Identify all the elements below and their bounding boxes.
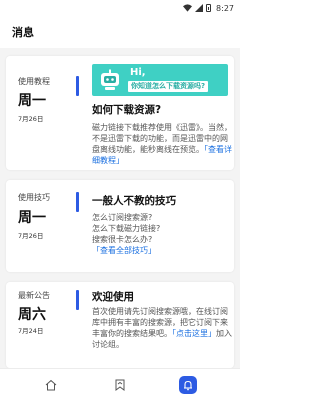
signal-icon [195, 4, 204, 12]
all-tips-link[interactable]: 「查看全部技巧」 [92, 245, 232, 256]
card-accent-bar [76, 290, 79, 310]
banner-greeting: Hi, [130, 67, 146, 78]
message-card-tutorial[interactable]: 使用教程 周一 7月26日 Hi, 你知道怎么下载资源吗? 如何下载资源? 磁力… [6, 56, 234, 170]
message-icon [184, 380, 192, 391]
card-category: 使用技巧 [18, 193, 50, 202]
robot-icon [101, 69, 119, 90]
card-day: 周一 [18, 210, 46, 226]
card-day: 周一 [18, 93, 46, 109]
click-here-link[interactable]: 「点击这里」 [172, 329, 216, 338]
card-day: 周六 [18, 307, 46, 323]
tip-line: 怎么订阅搜索源? [92, 213, 153, 222]
status-time: 8:27 [216, 3, 234, 13]
card-meta: 使用技巧 周一 7月26日 [6, 180, 70, 272]
card-title: 欢迎使用 [92, 291, 134, 303]
card-date: 7月26日 [18, 232, 44, 240]
app-screen: 8:27 消息 使用教程 周一 7月26日 Hi, 你知道怎么下载资源吗? 如何… [0, 0, 240, 400]
page-title: 消息 [12, 26, 34, 39]
card-body: 首次使用请先订阅搜索源哦，在线订阅库中拥有丰富的搜索源，把它订阅下来丰富你的搜索… [92, 306, 232, 350]
message-list: 使用教程 周一 7月26日 Hi, 你知道怎么下载资源吗? 如何下载资源? 磁力… [0, 48, 240, 368]
nav-bookmark-tab[interactable] [111, 376, 129, 394]
card-banner-image: Hi, 你知道怎么下载资源吗? [92, 64, 228, 96]
bookmark-icon [115, 379, 125, 391]
card-body: 怎么订阅搜索源? 怎么下载磁力链接? 搜索很卡怎么办? 「查看全部技巧」 [92, 212, 232, 256]
page-header: 消息 [0, 16, 240, 48]
card-title: 一般人不教的技巧 [92, 195, 176, 207]
tip-line: 怎么下载磁力链接? [92, 224, 161, 233]
battery-icon [206, 4, 212, 12]
tip-line: 搜索很卡怎么办? [92, 235, 153, 244]
card-date: 7月24日 [18, 327, 44, 335]
message-card-announcement[interactable]: 最新公告 周六 7月24日 欢迎使用 首次使用请先订阅搜索源哦，在线订阅库中拥有… [6, 282, 234, 368]
card-meta: 使用教程 周一 7月26日 [6, 56, 70, 170]
nav-home-tab[interactable] [42, 376, 60, 394]
card-meta: 最新公告 周六 7月24日 [6, 282, 70, 368]
banner-question: 你知道怎么下载资源吗? [128, 81, 209, 92]
card-category: 最新公告 [18, 291, 50, 300]
card-accent-bar [76, 192, 79, 212]
card-title: 如何下载资源? [92, 104, 162, 116]
wifi-icon [183, 4, 193, 12]
card-body: 磁力链接下载推荐使用《迅雷》。当然，不是迅雷下载的功能，而是迅雷中的网盘离线功能… [92, 122, 232, 166]
card-accent-bar [76, 76, 79, 96]
nav-message-tab[interactable] [179, 376, 197, 394]
home-icon [45, 379, 57, 391]
message-card-tips[interactable]: 使用技巧 周一 7月26日 一般人不教的技巧 怎么订阅搜索源? 怎么下载磁力链接… [6, 180, 234, 272]
status-bar: 8:27 [0, 0, 240, 16]
card-date: 7月26日 [18, 115, 44, 123]
card-category: 使用教程 [18, 77, 50, 86]
bottom-nav [0, 368, 240, 400]
